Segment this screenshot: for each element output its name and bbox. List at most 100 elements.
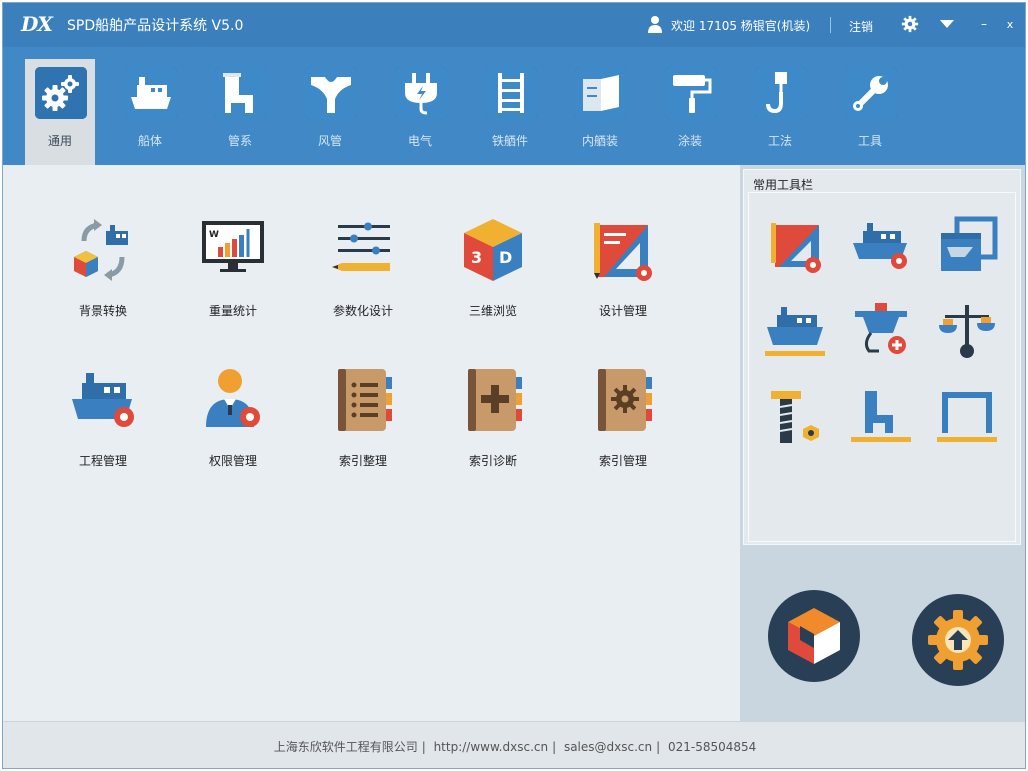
design-management-icon <box>594 223 652 281</box>
ribbon-tab-duct[interactable]: 风管 <box>295 59 365 165</box>
ribbon-tab-outfitting[interactable]: 铁舾件 <box>475 59 545 165</box>
settings-gear-icon[interactable] <box>899 13 921 35</box>
app-title: SPD船舶产品设计系统 V5.0 <box>67 18 244 34</box>
balance-icon <box>939 305 995 358</box>
tool-parametric-design[interactable]: 参数化设计 <box>308 217 418 337</box>
ribbon-toolbar: 通用 船体 管系 风管 电气 铁舾件 内舾装 涂装 工法 工具 <box>3 47 1025 165</box>
pipe-ruler-icon <box>851 391 911 442</box>
cube-button[interactable] <box>768 590 860 682</box>
ribbon-tab-tools[interactable]: 工具 <box>835 59 905 165</box>
ribbon-label: 铁舾件 <box>491 134 528 148</box>
close-button[interactable]: x <box>999 13 1021 35</box>
background-convert-icon <box>74 219 128 281</box>
tool-label: 背景转换 <box>78 304 127 318</box>
tool-label: 三维浏览 <box>468 304 517 318</box>
tool-design-management[interactable]: 设计管理 <box>568 217 678 337</box>
ribbon-tab-method[interactable]: 工法 <box>745 59 815 165</box>
index-management-icon <box>598 369 652 431</box>
minimize-button[interactable]: – <box>973 13 995 35</box>
index-organize-icon <box>338 369 392 431</box>
favorites-title: 常用工具栏 <box>753 178 814 192</box>
tool-index-management[interactable]: 索引管理 <box>568 367 678 487</box>
ribbon-label: 涂装 <box>677 134 702 148</box>
wrench-icon <box>845 67 897 119</box>
fav-ship-settings[interactable] <box>849 213 913 277</box>
tool-label: 参数化设计 <box>332 304 393 318</box>
footer: 上海东欣软件工程有限公司 | http://www.dxsc.cn | sales@… <box>3 721 1025 768</box>
ribbon-label: 风管 <box>317 134 342 148</box>
ribbon-tab-interior[interactable]: 内舾装 <box>565 59 635 165</box>
duct-icon <box>305 67 357 119</box>
pipe-icon <box>215 67 267 119</box>
tool-weight-statistics[interactable]: W 重量统计 <box>178 217 288 337</box>
title-bar: DX SPD船舶产品设计系统 V5.0 欢迎 17105 杨银官(机装) 注销 <box>3 3 1025 47</box>
tool-label: 索引管理 <box>598 454 647 468</box>
company-name: 上海东欣软件工程有限公司 <box>273 740 418 754</box>
ribbon-tab-painting[interactable]: 涂装 <box>655 59 725 165</box>
tool-project-management[interactable]: 工程管理 <box>48 367 158 487</box>
ribbon-label: 工法 <box>767 134 792 148</box>
ribbon-label: 内舾装 <box>581 134 618 148</box>
ship-settings-icon <box>853 223 907 269</box>
frame-ruler-icon <box>937 392 997 442</box>
svg-text:3: 3 <box>471 248 482 267</box>
project-management-icon <box>72 373 134 427</box>
website-link[interactable]: http://www.dxsc.cn <box>434 740 549 754</box>
tool-permission-management[interactable]: 权限管理 <box>178 367 288 487</box>
parametric-design-icon <box>332 222 390 271</box>
fav-pipe-ruler[interactable] <box>849 385 913 449</box>
favorites-grid <box>748 192 1016 542</box>
fav-frame-ruler[interactable] <box>935 385 999 449</box>
electric-settings-icon <box>855 303 907 354</box>
window-tool-icon <box>941 216 998 271</box>
tool-label: 索引整理 <box>338 454 387 468</box>
crane-hook-icon <box>755 67 807 119</box>
ribbon-label: 工具 <box>857 134 882 148</box>
svg-text:D: D <box>499 248 512 267</box>
ribbon-tab-general[interactable]: 通用 <box>25 59 95 165</box>
ribbon-tab-hull[interactable]: 船体 <box>115 59 185 165</box>
design-settings-icon <box>771 223 821 273</box>
tool-index-diagnose[interactable]: 索引诊断 <box>438 367 548 487</box>
fav-design-settings[interactable] <box>763 213 827 277</box>
ship-ruler-icon <box>765 307 825 356</box>
weight-statistics-icon: W <box>202 221 264 272</box>
ribbon-tab-piping[interactable]: 管系 <box>205 59 275 165</box>
paint-roller-icon <box>665 67 717 119</box>
welcome-text: 欢迎 17105 杨银官(机装) <box>671 19 811 33</box>
dropdown-arrow-icon[interactable] <box>936 13 958 35</box>
logout-link[interactable]: 注销 <box>849 18 873 35</box>
phone-number: 021-58504854 <box>667 740 757 754</box>
main-tools-area: 背景转换 W 重量统计 参数化设计 3 D 三维浏览 设计管理 工程管理 权限管… <box>3 165 740 721</box>
fav-window-tool[interactable] <box>935 213 999 277</box>
tool-background-convert[interactable]: 背景转换 <box>48 217 158 337</box>
ship-hull-icon <box>125 67 177 119</box>
fav-ship-ruler[interactable] <box>763 299 827 363</box>
fav-balance[interactable] <box>935 299 999 363</box>
right-panel: 常用工具栏 <box>740 165 1025 721</box>
plug-icon <box>395 67 447 119</box>
ribbon-tab-electrical[interactable]: 电气 <box>385 59 455 165</box>
fav-bolt-nut[interactable] <box>763 385 827 449</box>
tool-label: 权限管理 <box>208 454 257 468</box>
tool-label: 索引诊断 <box>468 454 517 468</box>
tool-index-organize[interactable]: 索引整理 <box>308 367 418 487</box>
app-window: DX SPD船舶产品设计系统 V5.0 欢迎 17105 杨银官(机装) 注销 <box>2 2 1026 769</box>
index-diagnose-icon <box>468 369 522 431</box>
gear-upload-button[interactable] <box>912 594 1004 686</box>
gears-icon <box>35 67 87 119</box>
user-icon <box>648 16 662 33</box>
email-link[interactable]: sales@dxsc.cn <box>564 740 652 754</box>
bolt-nut-icon <box>771 391 819 443</box>
ladder-icon <box>485 67 537 119</box>
interior-icon <box>575 67 627 119</box>
tool-3d-browse[interactable]: 3 D 三维浏览 <box>438 217 548 337</box>
gear-upload-icon <box>928 610 988 670</box>
fav-electric-settings[interactable] <box>849 299 913 363</box>
permission-management-icon <box>206 369 260 427</box>
favorites-toolbar: 常用工具栏 <box>743 169 1021 545</box>
ribbon-label: 通用 <box>47 134 72 148</box>
ribbon-label: 电气 <box>407 134 432 148</box>
cube-icon <box>788 608 840 664</box>
app-logo: DX <box>21 12 53 36</box>
